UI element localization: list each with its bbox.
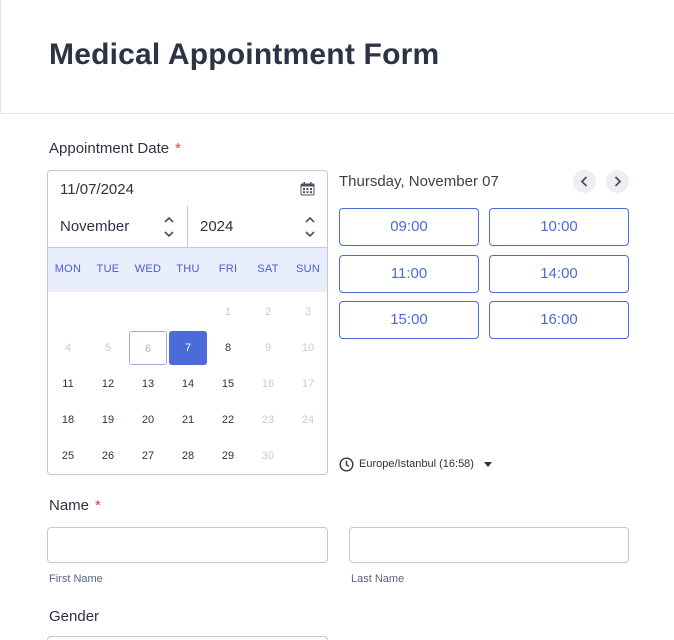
calendar-day-today[interactable]: 6 — [129, 331, 167, 365]
calendar-day[interactable]: 19 — [89, 403, 127, 437]
time-slot-button[interactable]: 14:00 — [489, 255, 629, 293]
calendar-day[interactable]: 15 — [209, 367, 247, 401]
calendar-day: 17 — [301, 378, 315, 390]
calendar-day: 10 — [301, 342, 315, 354]
calendar-day[interactable]: 20 — [129, 403, 167, 437]
last-name-input[interactable] — [349, 527, 629, 563]
clock-icon — [339, 457, 354, 472]
chevron-left-icon — [580, 176, 588, 187]
month-year-selectors: November 2024 — [47, 206, 328, 248]
calendar-day[interactable]: 28 — [169, 439, 207, 473]
time-slot-button[interactable]: 10:00 — [489, 208, 629, 246]
calendar-day[interactable]: 11 — [49, 367, 87, 401]
required-mark: * — [95, 497, 101, 514]
month-value: November — [60, 218, 130, 235]
calendar-day: 16 — [261, 378, 275, 390]
time-slot-button[interactable]: 09:00 — [339, 208, 479, 246]
name-label: Name * — [49, 497, 101, 514]
calendar-grid: MON TUE WED THU FRI SAT SUN 1 2 3 4 5 6 7 8 9 10 11 12 13 1… — [47, 248, 328, 475]
calendar-day: 30 — [261, 450, 275, 462]
calendar-day: 1 — [224, 306, 232, 318]
time-slot-button[interactable]: 15:00 — [339, 301, 479, 339]
time-slot-button[interactable]: 11:00 — [339, 255, 479, 293]
calendar-day: 24 — [301, 414, 315, 426]
gender-select[interactable] — [47, 636, 328, 640]
weekday-label: FRI — [218, 263, 238, 275]
calendar-day[interactable]: 12 — [89, 367, 127, 401]
calendar-day: 2 — [264, 306, 272, 318]
weekday-label: THU — [176, 263, 200, 275]
time-slot-button[interactable]: 16:00 — [489, 301, 629, 339]
updown-arrows-icon — [305, 216, 315, 238]
appointment-date-label: Appointment Date * — [49, 140, 181, 157]
calendar-day[interactable]: 26 — [89, 439, 127, 473]
calendar-icon[interactable] — [300, 182, 315, 196]
year-select[interactable]: 2024 — [188, 206, 328, 247]
month-select[interactable]: November — [48, 206, 188, 247]
next-day-button[interactable] — [606, 170, 629, 193]
chevron-right-icon — [614, 176, 622, 187]
name-label-text: Name — [49, 497, 90, 514]
weekday-label: SUN — [295, 263, 321, 275]
calendar-day[interactable]: 18 — [49, 403, 87, 437]
calendar-day[interactable]: 14 — [169, 367, 207, 401]
first-name-sublabel: First Name — [49, 573, 103, 585]
appointment-date-label-text: Appointment Date — [49, 140, 170, 157]
calendar-day[interactable]: 29 — [209, 439, 247, 473]
calendar-day[interactable]: 21 — [169, 403, 207, 437]
form-page: Medical Appointment Form Appointment Dat… — [0, 0, 674, 640]
required-mark: * — [175, 140, 181, 157]
weekday-label: MON — [54, 263, 82, 275]
prev-day-button[interactable] — [573, 170, 596, 193]
year-value: 2024 — [200, 218, 234, 235]
form-header: Medical Appointment Form — [0, 0, 674, 114]
last-name-sublabel: Last Name — [351, 573, 405, 585]
calendar-day[interactable]: 27 — [129, 439, 167, 473]
calendar-day: 9 — [264, 342, 272, 354]
calendar-day: 3 — [304, 306, 312, 318]
updown-arrows-icon — [164, 216, 174, 238]
timezone-value: Europe/Istanbul (16:58) — [359, 458, 474, 470]
weekday-header: MON TUE WED THU FRI SAT SUN — [48, 248, 327, 292]
appointment-date-input[interactable]: 11/07/2024 — [47, 170, 328, 207]
calendar-day[interactable]: 22 — [209, 403, 247, 437]
calendar-day[interactable]: 8 — [209, 331, 247, 365]
weekday-label: WED — [134, 263, 162, 275]
page-title: Medical Appointment Form — [49, 38, 440, 71]
selected-date-heading: Thursday, November 07 — [339, 173, 499, 190]
calendar-day-selected[interactable]: 7 — [169, 331, 207, 365]
gender-label: Gender — [49, 608, 100, 625]
calendar-day[interactable]: 13 — [129, 367, 167, 401]
calendar-day: 4 — [64, 342, 72, 354]
caret-down-icon — [484, 462, 492, 467]
weekday-label: TUE — [96, 263, 120, 275]
first-name-input[interactable] — [47, 527, 328, 563]
calendar-day: 23 — [261, 414, 275, 426]
calendar-day: 5 — [104, 342, 112, 354]
date-value: 11/07/2024 — [60, 181, 134, 198]
weekday-label: SAT — [257, 263, 279, 275]
calendar-day[interactable]: 25 — [49, 439, 87, 473]
